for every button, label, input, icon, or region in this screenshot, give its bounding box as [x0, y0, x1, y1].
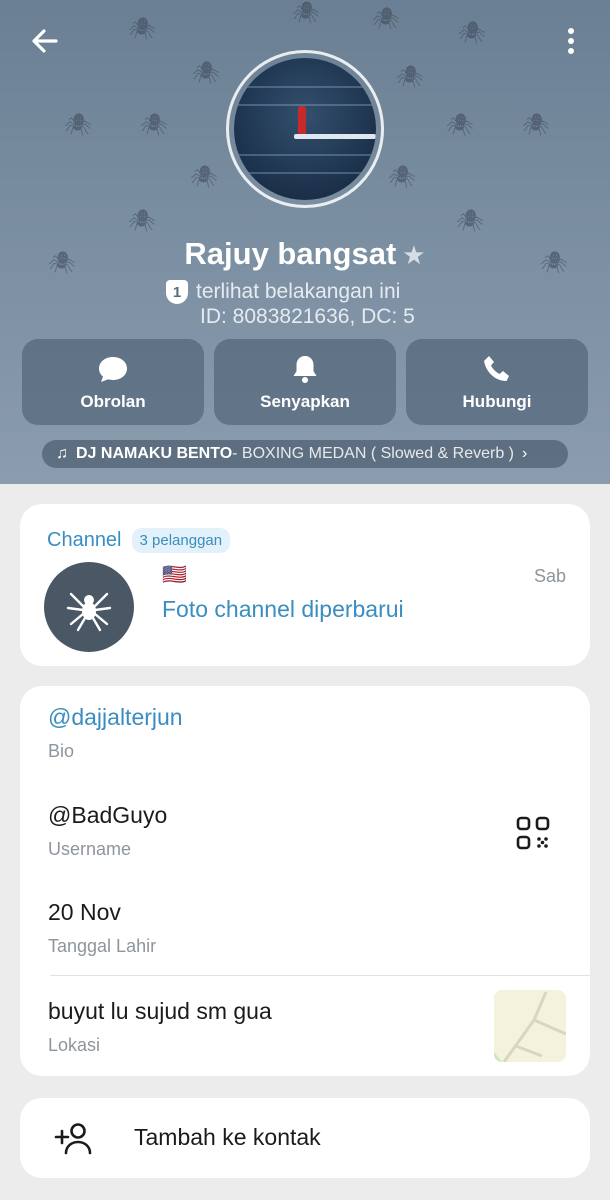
music-artist: DJ NAMAKU BENTO — [76, 445, 233, 462]
profile-avatar[interactable] — [234, 58, 376, 200]
bio-value[interactable]: @dajjalterjun — [48, 704, 183, 731]
profile-music-bar[interactable]: ♫ DJ NAMAKU BENTO - BOXING MEDAN ( Slowe… — [42, 440, 568, 468]
phone-icon — [484, 356, 509, 381]
location-label: Lokasi — [48, 1035, 101, 1055]
location-value: buyut lu sujud sm gua — [48, 998, 272, 1024]
add-contact-label: Tambah ke kontak — [134, 1124, 321, 1150]
bio-label: Bio — [48, 741, 75, 761]
divider — [50, 975, 590, 976]
chat-button-label: Obrolan — [80, 392, 146, 411]
add-person-icon — [54, 1123, 92, 1155]
birthday-row: 20 Nov Tanggal Lahir — [48, 899, 156, 957]
spider-pattern-icon: 🕷 — [128, 16, 156, 41]
back-arrow-icon[interactable] — [28, 24, 62, 58]
spider-pattern-icon: 🕷 — [64, 112, 92, 137]
last-seen-text: terlihat belakangan ini — [196, 280, 401, 303]
user-id-line: ID: 8083821636, DC: 5 — [200, 305, 415, 328]
spider-pattern-icon: 🕷 — [192, 60, 220, 85]
spider-pattern-icon: 🕷 — [128, 208, 156, 233]
spider-pattern-icon: 🕷 — [396, 64, 424, 89]
channel-header: Channel 3 pelanggan — [47, 528, 231, 553]
spider-pattern-icon: 🕷 — [458, 20, 486, 45]
shield-icon: 1 — [166, 280, 188, 304]
bio-row[interactable]: @dajjalterjun Bio — [48, 704, 183, 762]
spider-pattern-icon: 🕷 — [140, 112, 168, 137]
channel-card[interactable]: Channel 3 pelanggan 🇺🇸 Sab Foto channel … — [20, 504, 590, 666]
info-card: @dajjalterjun Bio @BadGuyo Username 20 N… — [20, 686, 590, 1076]
spider-pattern-icon: 🕷 — [388, 164, 416, 189]
spider-pattern-icon: 🕷 — [446, 112, 474, 137]
channel-title: Channel — [47, 529, 122, 551]
spider-pattern-icon: 🕷 — [190, 164, 218, 189]
chat-bubble-icon — [99, 357, 127, 382]
birthday-value: 20 Nov — [48, 899, 121, 925]
profile-name: Rajuy bangsat ★ — [0, 236, 610, 272]
qr-code-icon[interactable] — [516, 816, 550, 850]
spider-pattern-icon: 🕷 — [292, 0, 320, 25]
map-thumbnail[interactable] — [494, 990, 566, 1062]
last-seen-status: 1 terlihat belakangan ini — [166, 280, 400, 304]
subscriber-count-badge: 3 pelanggan — [131, 528, 231, 553]
username-value: @BadGuyo — [48, 802, 168, 828]
more-options-icon[interactable] — [556, 24, 586, 58]
chevron-right-icon: › — [522, 445, 528, 462]
location-row[interactable]: buyut lu sujud sm gua Lokasi — [48, 998, 272, 1056]
profile-name-text: Rajuy bangsat — [184, 236, 397, 271]
username-row[interactable]: @BadGuyo Username — [48, 802, 167, 860]
spider-pattern-icon: 🕷 — [372, 6, 400, 31]
username-label: Username — [48, 839, 132, 859]
channel-post-time: Sab — [533, 566, 566, 586]
profile-header: 🕷 🕷 🕷 🕷 🕷 🕷 🕷 🕷 🕷 🕷 🕷 🕷 🕷 🕷 🕷 🕷 Rajuy ba… — [0, 0, 610, 484]
chat-button[interactable]: Obrolan — [22, 339, 204, 425]
bell-icon — [293, 356, 317, 383]
music-title: - BOXING MEDAN ( Slowed & Reverb ) — [232, 445, 514, 462]
add-contact-button[interactable]: Tambah ke kontak — [20, 1098, 590, 1178]
channel-last-message: Foto channel diperbarui — [162, 596, 404, 622]
spider-icon — [66, 592, 112, 632]
spider-pattern-icon: 🕷 — [522, 112, 550, 137]
mute-button[interactable]: Senyapkan — [214, 339, 396, 425]
spider-pattern-icon: 🕷 — [456, 208, 484, 233]
music-note-icon: ♫ — [56, 445, 68, 462]
birthday-label: Tanggal Lahir — [48, 936, 157, 956]
call-button-label: Hubungi — [462, 392, 532, 411]
mute-button-label: Senyapkan — [260, 392, 350, 411]
call-button[interactable]: Hubungi — [406, 339, 588, 425]
star-icon: ★ — [402, 240, 426, 270]
channel-avatar[interactable] — [44, 562, 134, 652]
flag-icon: 🇺🇸 — [162, 564, 187, 586]
